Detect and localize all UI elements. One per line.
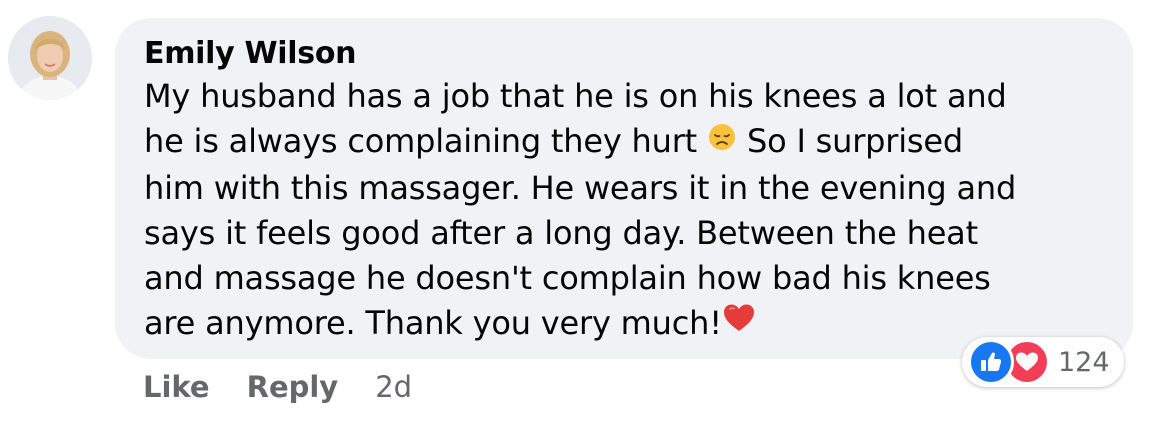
avatar-photo (8, 16, 92, 100)
comment-actions: Like Reply 2d (143, 370, 412, 404)
comment-bubble: Emily Wilson My husband has a job that h… (115, 18, 1133, 359)
comment-timestamp[interactable]: 2d (375, 370, 412, 404)
comment-line: are anymore. Thank you very much! (144, 301, 1105, 348)
reactions-summary[interactable]: 124 (962, 337, 1124, 387)
reply-button[interactable]: Reply (247, 370, 339, 404)
like-reaction-icon (968, 339, 1014, 385)
like-button[interactable]: Like (143, 370, 210, 404)
red-heart-icon (722, 300, 756, 345)
comment-line: and massage he doesn't complain how bad … (144, 258, 991, 297)
disappointed-face-icon (707, 119, 737, 164)
comment-line-text: So I surprised (746, 122, 963, 160)
comment-line-text: he is always complaining they hurt (144, 122, 698, 160)
comment-author[interactable]: Emily Wilson (144, 34, 1105, 74)
reaction-count: 124 (1058, 346, 1110, 378)
avatar[interactable] (8, 16, 92, 100)
comment-line: him with this massager. He wears it in t… (144, 168, 1017, 207)
comment-line: he is always complaining they hurt So I … (144, 119, 1105, 166)
comment-text: My husband has a job that he is on his k… (144, 74, 1105, 347)
comment-line: My husband has a job that he is on his k… (144, 77, 1007, 115)
comment-line-text: are anymore. Thank you very much! (144, 303, 722, 342)
comment-line: says it feels good after a long day. Bet… (144, 213, 978, 252)
